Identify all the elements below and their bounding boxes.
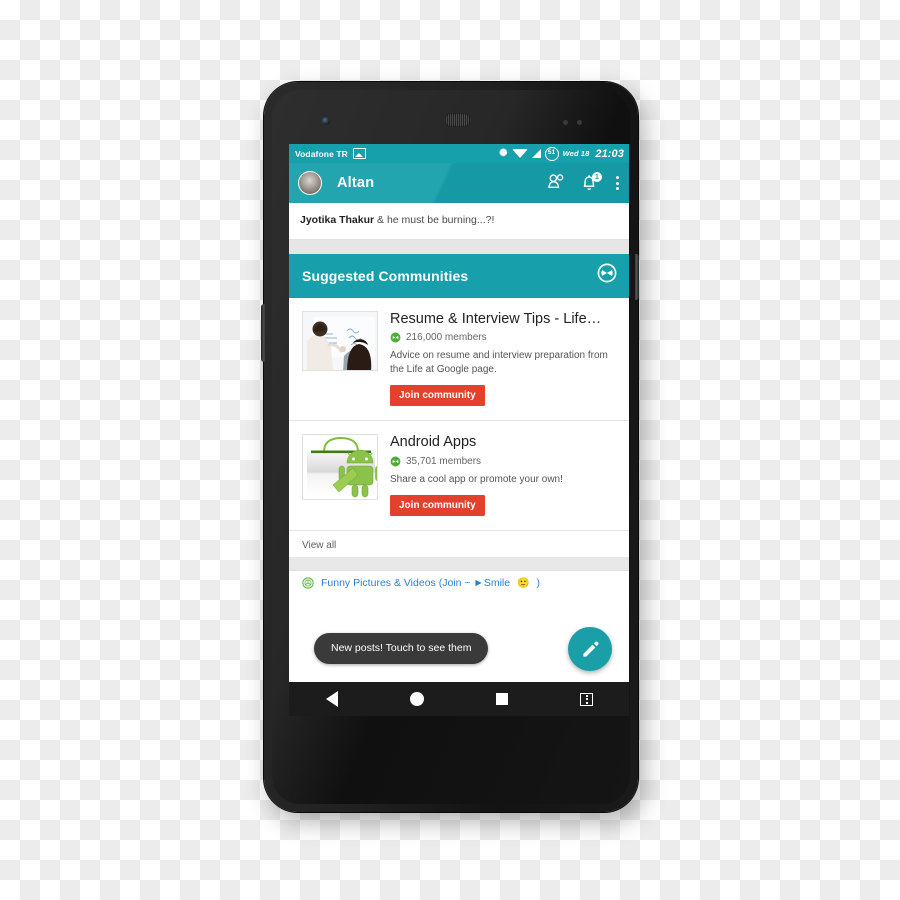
content-gap [289,239,629,254]
section-title: Suggested Communities [302,267,469,284]
android-navigation-bar [289,682,629,716]
status-bar: Vodafone TR ✺ 51 Wed 18 21:03 [289,144,629,163]
community-title: Android Apps [390,434,477,451]
community-description: Share a cool app or promote your own! [390,473,563,485]
community-card[interactable]: Android Apps 35,701 members Share a cool… [289,421,629,532]
status-date: Wed 18 [562,149,590,158]
back-icon [325,691,338,707]
carrier-label: Vodafone TR [295,148,348,159]
proximity-sensors [563,120,588,125]
overflow-menu-icon[interactable] [613,174,621,192]
power-button[interactable] [635,254,639,300]
home-button[interactable] [374,692,459,706]
recents-button[interactable] [459,693,544,705]
wifi-icon [511,149,528,158]
menu-button[interactable] [544,692,629,706]
join-community-button[interactable]: Join community [390,495,485,517]
join-community-button[interactable]: Join community [390,385,485,407]
page-title: Altan [337,175,375,191]
cell-signal-icon [531,149,541,158]
battery-icon: 51 [544,146,559,161]
phone-screen: Vodafone TR ✺ 51 Wed 18 21:03 Altan 1 Jy… [289,144,629,716]
menu-icon [580,692,593,706]
view-all-link[interactable]: View all [289,531,629,558]
toast-new-posts[interactable]: New posts! Touch to see them [314,633,489,664]
bluetooth-icon: ✺ [499,147,508,159]
communities-icon[interactable] [597,263,617,288]
post-text: & he must be burning...?! [374,214,495,226]
community-members: 35,701 members [390,456,617,467]
home-icon [409,692,424,706]
smiley-icon: 🙂 [517,577,530,589]
back-button[interactable] [289,691,374,707]
avatar[interactable] [298,171,322,195]
community-thumbnail [302,434,378,501]
compose-fab-button[interactable] [568,627,612,671]
pencil-icon [582,641,598,657]
content-divider [289,557,629,571]
community-link-row[interactable]: Funny Pictures & Videos (Join ~ ►Smile 🙂… [289,570,629,597]
community-link-suffix: ) [536,577,541,590]
community-thumbnail [302,310,378,371]
phone-front-glass: Vodafone TR ✺ 51 Wed 18 21:03 Altan 1 Jy… [272,90,630,804]
notifications-button[interactable]: 1 [581,172,602,192]
community-link-text: Funny Pictures & Videos (Join ~ ►Smile [321,577,511,590]
community-title: Resume & Interview Tips - Life… [390,310,602,327]
people-icon[interactable] [547,173,566,194]
members-count: 216,000 members [406,332,487,344]
post-preview-row[interactable]: Jyotika Thakur & he must be burning...?! [289,203,629,240]
front-camera-icon [322,117,330,125]
members-count: 35,701 members [406,455,482,467]
post-author: Jyotika Thakur [300,214,375,226]
photo-icon [352,148,366,159]
earpiece-speaker [444,113,471,127]
phone-device: Vodafone TR ✺ 51 Wed 18 21:03 Altan 1 Jy… [261,82,639,812]
communities-icon [390,332,401,343]
community-description: Advice on resume and interview preparati… [390,350,608,375]
community-members: 216,000 members [390,332,617,343]
communities-icon [302,577,314,590]
app-action-bar: Altan 1 [289,163,629,203]
notification-badge: 1 [592,172,602,182]
communities-icon [390,456,401,467]
recents-icon [495,693,508,705]
community-card[interactable]: Resume & Interview Tips - Life… 216,000 [289,297,629,422]
volume-button[interactable] [261,304,265,362]
status-clock: 21:03 [595,147,624,160]
page-canvas: Vodafone TR ✺ 51 Wed 18 21:03 Altan 1 Jy… [0,0,900,900]
suggested-communities-header: Suggested Communities [289,253,629,298]
